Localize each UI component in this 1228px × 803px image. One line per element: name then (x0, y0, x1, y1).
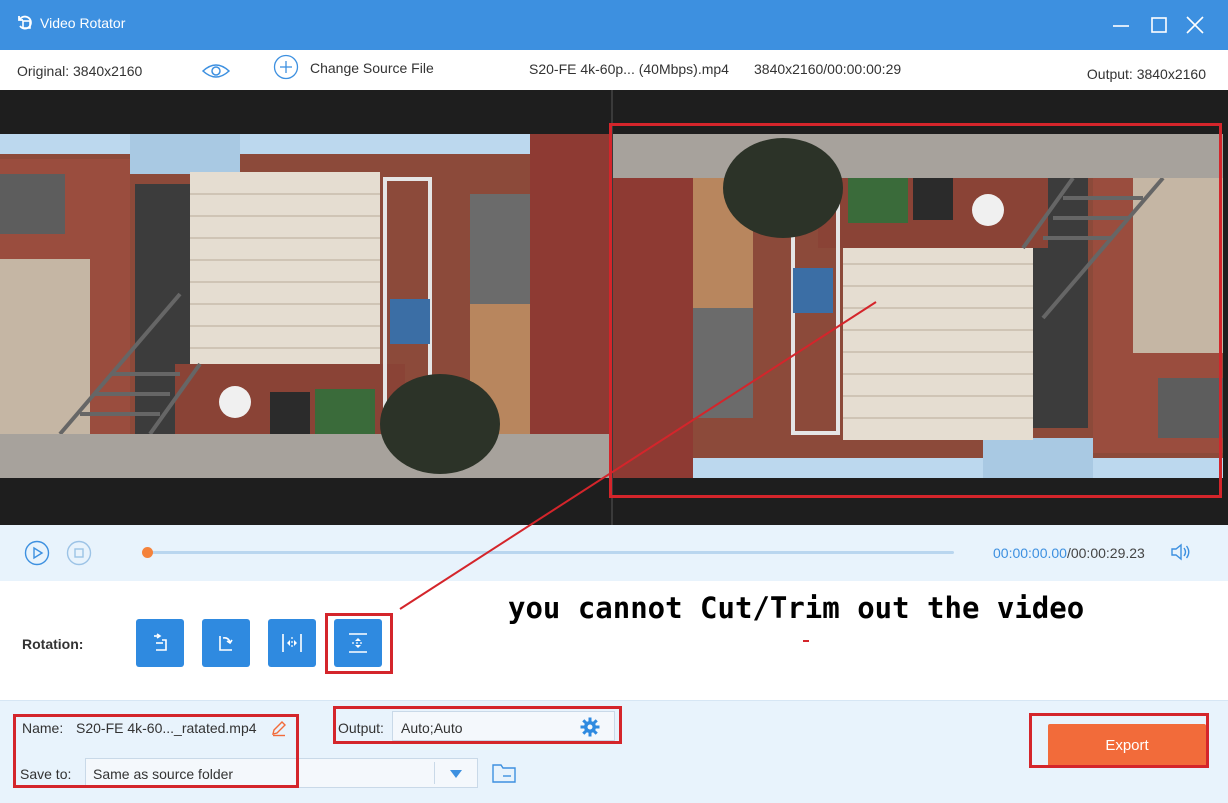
annotation-box-output (333, 706, 622, 744)
current-time: 00:00:00.00 (993, 545, 1067, 561)
select-divider (434, 762, 435, 784)
rotate-ccw-icon (154, 633, 167, 651)
annotation-box-export (1029, 713, 1209, 768)
flip-horizontal-icon (282, 634, 302, 652)
time-display: 00:00:00.00/00:00:29.23 (993, 545, 1145, 561)
source-file-name: S20-FE 4k-60p... (40Mbps).mp4 (529, 61, 729, 77)
change-source-file-button[interactable]: Change Source File (310, 60, 434, 76)
close-icon[interactable] (1184, 14, 1206, 36)
annotation-box-flip-button (325, 613, 393, 674)
rotation-label: Rotation: (22, 636, 84, 652)
title-bar: Video Rotator (0, 0, 1228, 50)
original-resolution: Original: 3840x2160 (17, 63, 143, 79)
window-title: Video Rotator (40, 15, 126, 31)
flip-horizontal-button[interactable] (268, 619, 316, 667)
minimize-icon[interactable] (1110, 14, 1132, 36)
rotate-right-button[interactable] (202, 619, 250, 667)
file-info-bar: Original: 3840x2160 Change Source File S… (0, 50, 1228, 90)
annotation-note: you cannot Cut/Trim out the video (508, 591, 1085, 625)
rotate-cw-icon (219, 636, 233, 651)
add-source-icon[interactable] (273, 54, 299, 80)
output-resolution: Output: 3840x2160 (1086, 66, 1206, 82)
chevron-down-icon[interactable] (449, 769, 463, 779)
annotation-box-name (13, 714, 299, 788)
eye-icon[interactable] (201, 62, 231, 80)
annotation-box-preview (609, 123, 1222, 498)
folder-icon[interactable] (491, 762, 517, 784)
volume-icon[interactable] (1170, 542, 1192, 562)
stop-icon[interactable] (66, 540, 92, 566)
progress-thumb[interactable] (142, 547, 153, 558)
source-file-meta: 3840x2160/00:00:00:29 (754, 61, 902, 77)
annotation-dot (803, 640, 809, 642)
play-icon[interactable] (24, 540, 50, 566)
playback-bar: 00:00:00.00/00:00:29.23 (0, 525, 1228, 581)
maximize-icon[interactable] (1148, 14, 1170, 36)
total-time: 00:00:29.23 (1070, 545, 1145, 561)
original-video-preview (0, 134, 611, 478)
app-rotate-icon (18, 15, 32, 30)
progress-track[interactable] (146, 551, 954, 554)
rotate-left-button[interactable] (136, 619, 184, 667)
